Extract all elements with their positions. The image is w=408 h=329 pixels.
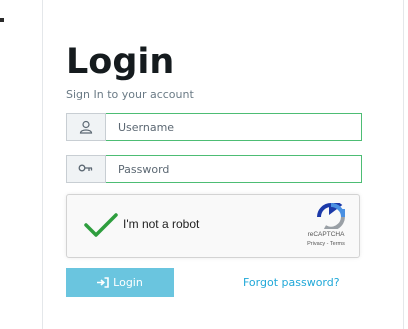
username-field[interactable] [106, 113, 362, 141]
recaptcha-links: Privacy - Terms [293, 241, 359, 247]
password-field[interactable] [106, 155, 362, 183]
login-subtitle: Sign In to your account [66, 88, 194, 101]
checkmark-icon[interactable] [84, 212, 118, 238]
forgot-password-link[interactable]: Forgot password? [243, 276, 340, 289]
username-group [66, 113, 362, 141]
user-icon [66, 113, 106, 141]
recaptcha-widget: I'm not a robot reCAPTCHA Privacy - Term… [66, 194, 360, 258]
page-bullet [0, 18, 4, 22]
recaptcha-label: I'm not a robot [123, 217, 200, 231]
login-button-label: Login [113, 276, 143, 289]
page-title: Login [66, 42, 175, 82]
recaptcha-logo-icon [317, 203, 345, 229]
recaptcha-brand: reCAPTCHA [307, 231, 345, 238]
key-icon [66, 155, 106, 183]
login-button[interactable]: Login [66, 268, 174, 297]
recaptcha-privacy-link[interactable]: Privacy [307, 241, 325, 247]
recaptcha-terms-link[interactable]: Terms [330, 241, 345, 247]
sign-in-icon [97, 277, 109, 288]
password-group [66, 155, 362, 183]
